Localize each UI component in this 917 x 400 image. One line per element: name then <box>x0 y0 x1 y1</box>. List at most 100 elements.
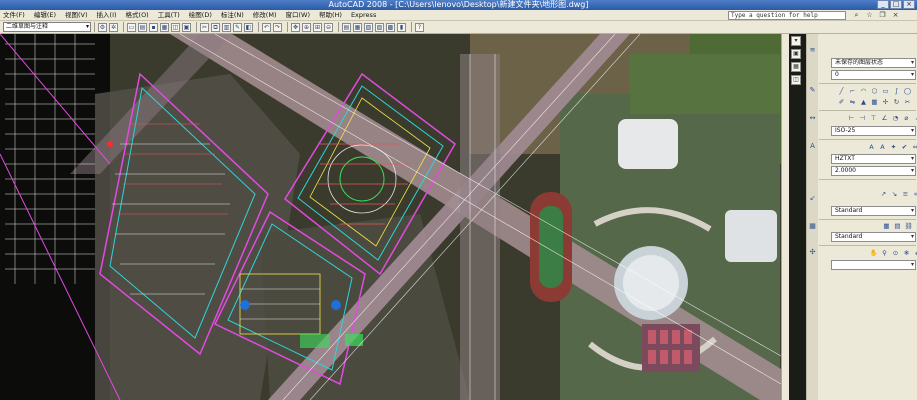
calculator-icon[interactable]: ▮ <box>397 22 406 32</box>
move-icon[interactable]: ✢ <box>881 98 890 107</box>
menu-view[interactable]: 视图(V) <box>65 10 88 21</box>
spellcheck-icon[interactable]: ✔ <box>900 143 909 152</box>
match-properties-icon[interactable]: ✎ <box>233 22 242 32</box>
modify-icon[interactable]: ✐ <box>837 98 846 107</box>
textstyle-select[interactable]: HZTXT ▾ <box>831 154 916 164</box>
mirror-icon[interactable]: ⇋ <box>848 98 857 107</box>
help-search-input[interactable]: Type a question for help <box>728 11 846 20</box>
plot-preview-icon[interactable]: ◫ <box>171 22 180 32</box>
grid-icon[interactable]: ▦ <box>791 62 801 72</box>
array-icon[interactable]: ▦ <box>870 98 879 107</box>
maximize-button[interactable]: □ <box>890 0 902 9</box>
table-extract-icon[interactable]: ▤ <box>893 222 902 231</box>
mleaderstyle-select[interactable]: Standard ▾ <box>831 206 916 216</box>
block-editor-icon[interactable]: ◧ <box>244 22 253 32</box>
dtext-icon[interactable]: A <box>878 143 887 152</box>
view-cube-icon[interactable]: ◈ <box>913 249 917 258</box>
layers-panel-icon[interactable]: ≋ <box>808 46 817 55</box>
diameter-dim-icon[interactable]: ⌀ <box>902 114 911 123</box>
nav-panel-icon[interactable]: ✣ <box>808 248 817 257</box>
mleader-align-icon[interactable]: ≡ <box>901 190 910 199</box>
layer-freeze-icon[interactable]: ❄ <box>902 249 911 258</box>
trim-icon[interactable]: ✂ <box>903 98 912 107</box>
offset-icon[interactable]: ▲ <box>859 98 868 107</box>
canvas-scrollbar[interactable] <box>781 34 789 400</box>
help-icon[interactable]: ? <box>415 22 424 32</box>
angular-dim-icon[interactable]: ∠ <box>880 114 889 123</box>
design-center-icon[interactable]: ▦ <box>353 22 362 32</box>
layer-select[interactable]: 0 ▾ <box>831 70 916 80</box>
spline-icon[interactable]: ∫ <box>892 87 901 96</box>
dimstyle-select[interactable]: ISO-25 ▾ <box>831 126 916 136</box>
dimension-panel-icon[interactable]: ↔ <box>808 114 817 123</box>
cut-icon[interactable]: ✂ <box>200 22 209 32</box>
draw-panel-icon[interactable]: ✎ <box>808 86 817 95</box>
menu-modify[interactable]: 修改(M) <box>253 10 277 21</box>
restore-icon[interactable]: ❐ <box>878 11 887 20</box>
mleader-collect-icon[interactable]: ⇉ <box>912 190 917 199</box>
layer-state-select[interactable]: 未保存的图层状态 ▾ <box>831 58 916 68</box>
zoom-tool-icon[interactable]: ⚲ <box>880 249 889 258</box>
close-button[interactable]: × <box>903 0 915 9</box>
gear-icon[interactable]: ✲ <box>109 22 118 32</box>
zoom-realtime-icon[interactable]: ⊕ <box>302 22 311 32</box>
pin-icon[interactable]: ▾ <box>791 36 801 46</box>
layers-icon[interactable]: ▣ <box>791 49 801 59</box>
settings-icon[interactable]: ⚙ <box>98 22 107 32</box>
text-height-select[interactable]: 2.0000 ▾ <box>831 166 916 176</box>
polyline-icon[interactable]: ⌐ <box>848 87 857 96</box>
mtext-icon[interactable]: A <box>867 143 876 152</box>
pan-icon[interactable]: ✥ <box>291 22 300 32</box>
drawing-canvas[interactable] <box>0 34 781 400</box>
save-icon[interactable]: ▪ <box>149 22 158 32</box>
orbit-icon[interactable]: ⊙ <box>891 249 900 258</box>
sheet-set-icon[interactable]: ▨ <box>375 22 384 32</box>
menu-file[interactable]: 文件(F) <box>3 10 25 21</box>
workspace-select[interactable]: 二维草图与注释 ▾ <box>3 22 91 32</box>
menu-express[interactable]: Express <box>351 10 376 21</box>
radius-dim-icon[interactable]: ◔ <box>891 114 900 123</box>
mleader-add-icon[interactable]: ↗ <box>879 190 888 199</box>
table-panel-icon[interactable]: ▦ <box>808 222 817 231</box>
star-icon[interactable]: ☆ <box>865 11 874 20</box>
menu-tools[interactable]: 工具(T) <box>158 10 180 21</box>
print-icon[interactable]: ▦ <box>160 22 169 32</box>
new-file-icon[interactable]: ▭ <box>127 22 136 32</box>
menu-draw[interactable]: 绘图(D) <box>189 10 212 21</box>
baseline-dim-icon[interactable]: ⊤ <box>869 114 878 123</box>
menu-window[interactable]: 窗口(W) <box>285 10 310 21</box>
table-link-icon[interactable]: ⛓ <box>904 222 913 231</box>
zoom-previous-icon[interactable]: ⊖ <box>324 22 333 32</box>
redo-icon[interactable]: ↷ <box>273 22 282 32</box>
mleader-remove-icon[interactable]: ↘ <box>890 190 899 199</box>
minimize-button[interactable]: _ <box>877 0 889 9</box>
drawing-area[interactable] <box>0 34 781 400</box>
tool-palettes-icon[interactable]: ▧ <box>364 22 373 32</box>
line-icon[interactable]: ╱ <box>837 87 846 96</box>
menu-format[interactable]: 格式(O) <box>126 10 149 21</box>
multileader-panel-icon[interactable]: ↙ <box>808 194 817 203</box>
search-icon[interactable]: ⌕ <box>852 11 861 20</box>
rotate-icon[interactable]: ↻ <box>892 98 901 107</box>
zoom-window-icon[interactable]: ⊞ <box>313 22 322 32</box>
markup-icon[interactable]: ▩ <box>386 22 395 32</box>
menu-insert[interactable]: 插入(I) <box>97 10 117 21</box>
view-select[interactable]: ▾ <box>831 260 916 270</box>
find-text-icon[interactable]: ✦ <box>889 143 898 152</box>
rectangle-icon[interactable]: ▭ <box>881 87 890 96</box>
copy-icon[interactable]: ⧉ <box>211 22 220 32</box>
palette-icon[interactable]: ◫ <box>791 75 801 85</box>
publish-icon[interactable]: ▣ <box>182 22 191 32</box>
undo-icon[interactable]: ↶ <box>262 22 271 32</box>
menu-help[interactable]: 帮助(H) <box>319 10 342 21</box>
menu-dimension[interactable]: 标注(N) <box>221 10 244 21</box>
tablestyle-select[interactable]: Standard ▾ <box>831 232 916 242</box>
menu-edit[interactable]: 编辑(E) <box>34 10 56 21</box>
circle-icon[interactable]: ◯ <box>903 87 912 96</box>
linear-dim-icon[interactable]: ⊢ <box>847 114 856 123</box>
open-file-icon[interactable]: ▤ <box>138 22 147 32</box>
leader-icon[interactable]: ↗ <box>913 114 917 123</box>
text-panel-icon[interactable]: A <box>808 142 817 151</box>
aligned-dim-icon[interactable]: ⊣ <box>858 114 867 123</box>
close-doc-icon[interactable]: × <box>891 11 900 20</box>
